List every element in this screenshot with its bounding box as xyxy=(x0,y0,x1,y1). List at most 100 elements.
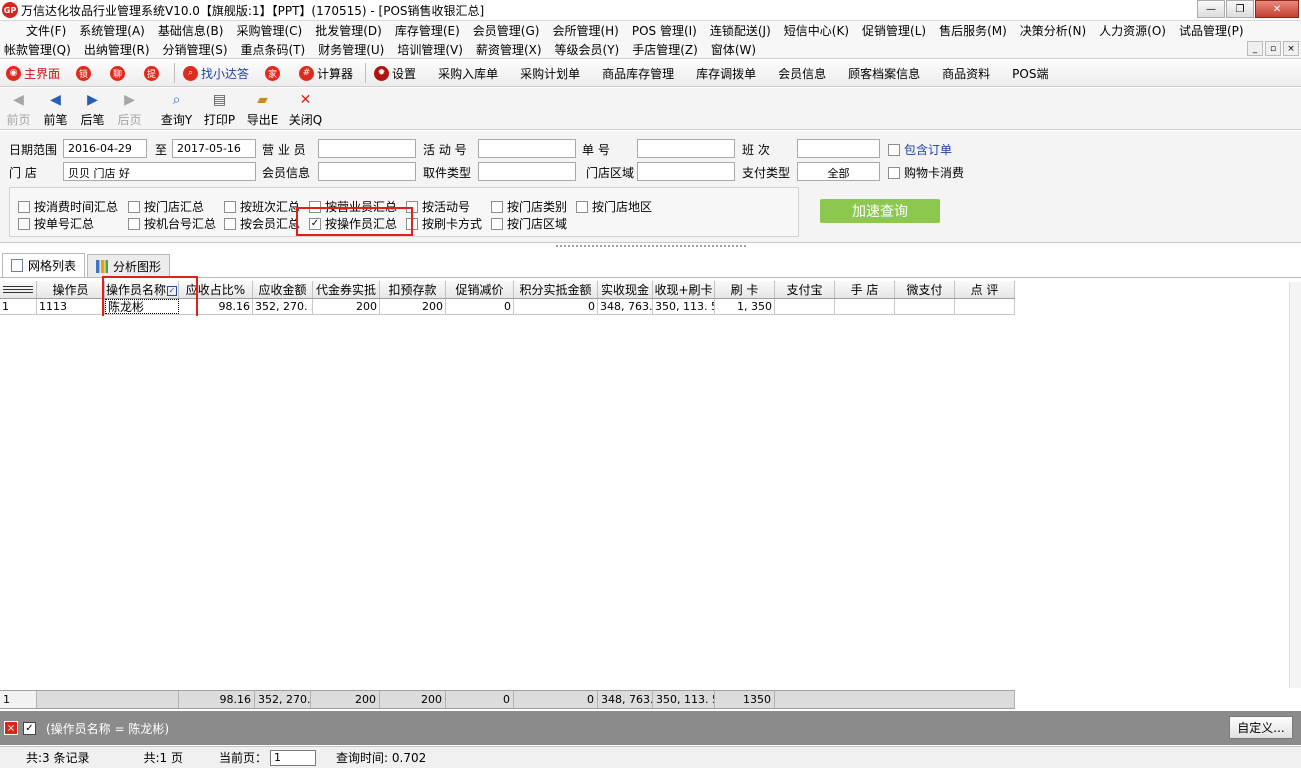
mdi-minimize-button[interactable]: _ xyxy=(1247,41,1263,56)
menu-basic-info[interactable]: 基础信息(B) xyxy=(150,22,229,39)
shortcut-purchase-receipt[interactable]: 采购入库单 xyxy=(426,65,508,82)
group-by-order[interactable]: 按单号汇总 xyxy=(18,215,94,232)
menu-sms[interactable]: 短信中心(K) xyxy=(776,22,854,39)
menu-purchase[interactable]: 采购管理(C) xyxy=(228,22,307,39)
first-page-button[interactable]: ◀ 前页 xyxy=(0,88,37,129)
tab-analysis-chart[interactable]: 分析图形 xyxy=(87,254,171,277)
print-button[interactable]: ▤ 打印P xyxy=(201,88,238,129)
clear-filter-icon[interactable]: × xyxy=(4,721,18,735)
shortcut-pos[interactable]: POS端 xyxy=(1000,65,1058,82)
export-button[interactable]: ▰ 导出E xyxy=(244,88,281,129)
cell-card[interactable]: 1, 350 xyxy=(715,299,775,314)
store-area-field[interactable] xyxy=(637,162,735,181)
col-review[interactable]: 点 评 xyxy=(955,281,1015,298)
close-button[interactable]: ✕ 关闭Q xyxy=(287,88,324,129)
card-consume-checkbox[interactable]: 购物卡消费 xyxy=(888,164,964,181)
row-indicator-header[interactable] xyxy=(0,281,37,298)
vertical-scrollbar[interactable] xyxy=(1289,282,1301,688)
menu-club[interactable]: 会所管理(H) xyxy=(544,22,623,39)
cell-wechat-pay[interactable] xyxy=(895,299,955,314)
col-points-deduct[interactable]: 积分实抵金额 xyxy=(514,281,598,298)
menu-window[interactable]: 窗体(W) xyxy=(703,41,761,58)
current-page-input[interactable]: 1 xyxy=(270,749,317,766)
group-by-store-category[interactable]: 按门店类别 xyxy=(491,198,567,215)
query-button[interactable]: ⌕ 查询Y xyxy=(158,88,195,129)
menu-chain-delivery[interactable]: 连锁配送(J) xyxy=(702,22,776,39)
shortcut-assistant[interactable]: ⌕ 找小达答 xyxy=(177,65,259,82)
group-by-shift[interactable]: 按班次汇总 xyxy=(224,198,300,215)
store-field[interactable]: 贝贝 门店 好 xyxy=(63,162,256,181)
salesperson-field[interactable] xyxy=(318,139,416,158)
shortcut-house[interactable]: 家 xyxy=(259,65,293,81)
prev-record-button[interactable]: ◀ 前笔 xyxy=(37,88,74,129)
menu-file[interactable]: 文件(F) xyxy=(0,22,71,39)
panel-splitter[interactable] xyxy=(556,245,746,250)
group-by-card-method[interactable]: 按刷卡方式 xyxy=(406,215,482,232)
last-page-button[interactable]: ▶ 后页 xyxy=(111,88,148,129)
shortcut-calculator[interactable]: # 计算器 xyxy=(293,65,363,82)
menu-pos[interactable]: POS 管理(I) xyxy=(624,22,702,39)
cell-review[interactable] xyxy=(955,299,1015,314)
menu-trial[interactable]: 试品管理(P) xyxy=(1171,22,1249,39)
include-orders-checkbox[interactable]: 包含订单 xyxy=(888,141,952,158)
filter-enabled-checkbox[interactable]: ✓ xyxy=(23,721,36,735)
customize-button[interactable]: 自定义... xyxy=(1229,716,1293,739)
minimize-button[interactable]: — xyxy=(1197,0,1225,18)
cell-alipay[interactable] xyxy=(775,299,835,314)
cell-cash-card[interactable]: 350, 113. 5 xyxy=(653,299,715,314)
restore-button[interactable]: ❐ xyxy=(1226,0,1254,18)
cell-cash[interactable]: 348, 763. 5 xyxy=(598,299,653,314)
menu-training[interactable]: 培训管理(V) xyxy=(389,41,468,58)
group-by-terminal[interactable]: 按机台号汇总 xyxy=(128,215,216,232)
col-cash[interactable]: 实收现金 xyxy=(598,281,653,298)
member-info-field[interactable] xyxy=(318,162,416,181)
cell-voucher[interactable]: 200 xyxy=(313,299,380,314)
shortcut-purchase-plan[interactable]: 采购计划单 xyxy=(508,65,590,82)
order-field[interactable] xyxy=(637,139,735,158)
menu-promotion[interactable]: 促销管理(L) xyxy=(854,22,931,39)
cell-points-deduct[interactable]: 0 xyxy=(514,299,598,314)
col-receivable-amount[interactable]: 应收金额 xyxy=(253,281,313,298)
close-window-button[interactable]: ✕ xyxy=(1255,0,1299,18)
group-by-activity[interactable]: 按活动号 xyxy=(406,198,470,215)
col-hand-store[interactable]: 手 店 xyxy=(835,281,895,298)
menu-cashier[interactable]: 出纳管理(R) xyxy=(76,41,155,58)
group-by-member[interactable]: 按会员汇总 xyxy=(224,215,300,232)
menu-level-member[interactable]: 等级会员(Y) xyxy=(547,41,625,58)
cell-hand-store[interactable] xyxy=(835,299,895,314)
menu-barcode[interactable]: 重点条码(T) xyxy=(233,41,311,58)
col-alipay[interactable]: 支付宝 xyxy=(775,281,835,298)
mdi-close-button[interactable]: × xyxy=(1283,41,1299,56)
shortcut-settings[interactable]: ✹ 设置 xyxy=(368,65,426,82)
shortcut-chat[interactable]: 聊 xyxy=(104,65,138,81)
cell-prestore[interactable]: 200 xyxy=(380,299,446,314)
shortcut-stock-management[interactable]: 商品库存管理 xyxy=(590,65,684,82)
menu-wholesale[interactable]: 批发管理(D) xyxy=(307,22,387,39)
pickup-type-field[interactable] xyxy=(478,162,576,181)
shift-field[interactable] xyxy=(797,139,880,158)
cell-receivable-amount[interactable]: 352, 270. 5 xyxy=(253,299,313,314)
menu-salary[interactable]: 薪资管理(X) xyxy=(468,41,547,58)
col-wechat-pay[interactable]: 微支付 xyxy=(895,281,955,298)
menu-decision[interactable]: 决策分析(N) xyxy=(1012,22,1091,39)
menu-hand-store[interactable]: 手店管理(Z) xyxy=(624,41,703,58)
mdi-restore-button[interactable]: ▫ xyxy=(1265,41,1281,56)
cell-promo-discount[interactable]: 0 xyxy=(446,299,514,314)
col-voucher[interactable]: 代金券实抵 xyxy=(313,281,380,298)
menu-system[interactable]: 系统管理(A) xyxy=(71,22,150,39)
menu-member[interactable]: 会员管理(G) xyxy=(465,22,545,39)
menu-accounts[interactable]: 帐款管理(Q) xyxy=(0,41,76,58)
menu-inventory[interactable]: 库存管理(E) xyxy=(387,22,465,39)
shortcut-stock-transfer[interactable]: 库存调拨单 xyxy=(684,65,766,82)
col-card[interactable]: 刷 卡 xyxy=(715,281,775,298)
tab-grid-list[interactable]: 网格列表 xyxy=(2,253,86,277)
shortcut-home[interactable]: ◉ 主界面 xyxy=(0,65,70,82)
activity-field[interactable] xyxy=(478,139,576,158)
group-by-consume-time[interactable]: 按消费时间汇总 xyxy=(18,198,118,215)
shortcut-customer-archive[interactable]: 顾客档案信息 xyxy=(836,65,930,82)
shortcut-lock[interactable]: 锁 xyxy=(70,65,104,81)
menu-finance[interactable]: 财务管理(U) xyxy=(310,41,389,58)
fast-query-button[interactable]: 加速查询 xyxy=(820,199,940,223)
next-record-button[interactable]: ▶ 后笔 xyxy=(74,88,111,129)
shortcut-tip[interactable]: 提 xyxy=(138,65,172,81)
